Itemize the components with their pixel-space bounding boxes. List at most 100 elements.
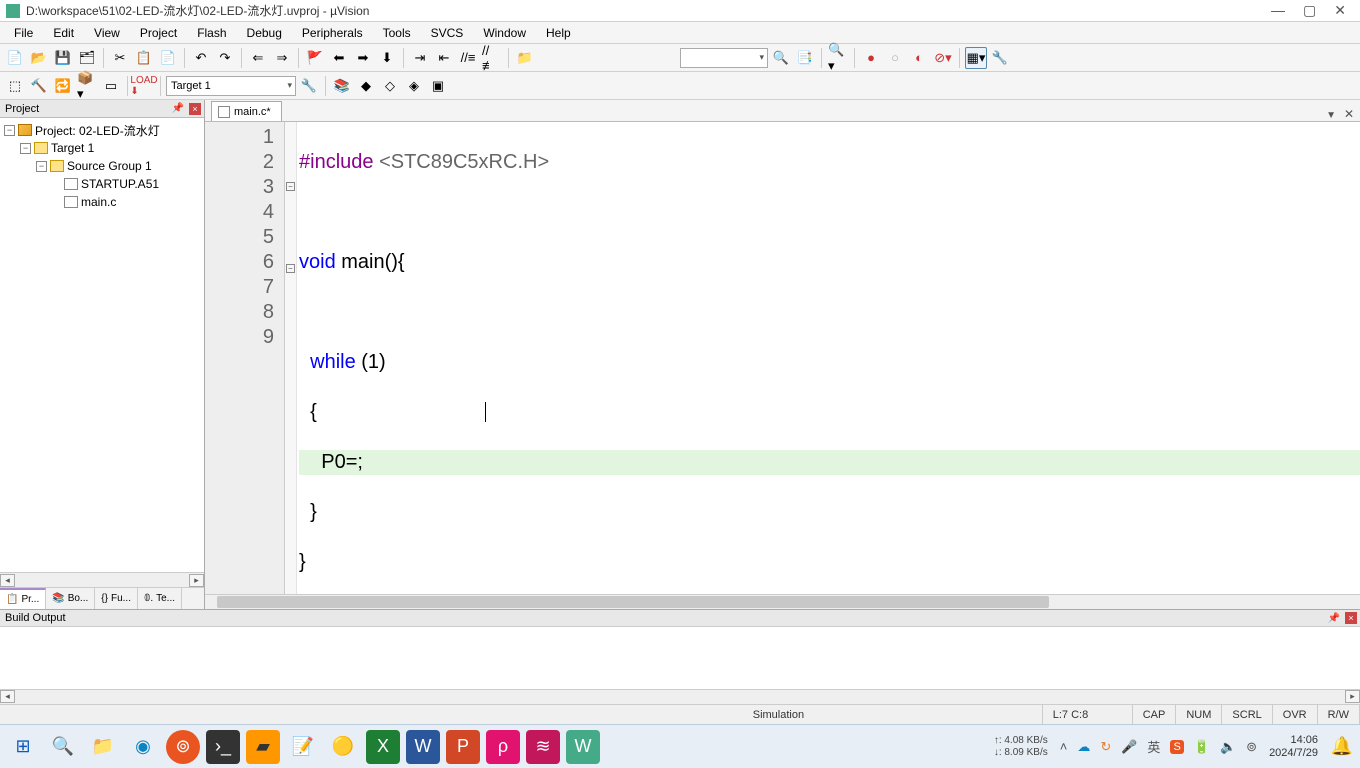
terminal-icon[interactable]: ›_ xyxy=(206,730,240,764)
clock[interactable]: 14:06 2024/7/29 xyxy=(1263,734,1324,760)
incremental-find-icon[interactable]: 📑 xyxy=(794,47,816,69)
comment-icon[interactable]: //≡ xyxy=(457,47,479,69)
expand-icon[interactable]: − xyxy=(4,125,15,136)
word-icon[interactable]: W xyxy=(406,730,440,764)
undo-icon[interactable]: ↶ xyxy=(190,47,212,69)
scroll-left-icon[interactable]: ◂ xyxy=(0,574,15,587)
new-file-icon[interactable]: 📄 xyxy=(4,47,26,69)
translate-icon[interactable]: ⬚ xyxy=(4,75,26,97)
breakpoint-enable-icon[interactable]: ○ xyxy=(884,47,906,69)
menu-edit[interactable]: Edit xyxy=(43,24,84,42)
configure-icon[interactable]: 🔧 xyxy=(989,47,1011,69)
fold-icon[interactable]: − xyxy=(286,182,295,191)
debug-start-icon[interactable]: 🔍▾ xyxy=(827,47,849,69)
breakpoint-kill-icon[interactable]: ⊘▾ xyxy=(932,47,954,69)
powerpoint-icon[interactable]: P xyxy=(446,730,480,764)
code-area[interactable]: #include <STC89C5xRC.H> void main(){ whi… xyxy=(297,122,1360,594)
search-icon[interactable]: 🔍 xyxy=(46,730,80,764)
scroll-thumb[interactable] xyxy=(217,596,1049,608)
close-button[interactable]: ✕ xyxy=(1334,2,1346,19)
breakpoint-insert-icon[interactable]: ● xyxy=(860,47,882,69)
bookmark-icon[interactable]: 🚩 xyxy=(304,47,326,69)
chrome-icon[interactable]: 🟡 xyxy=(326,730,360,764)
sublime-icon[interactable]: ▰ xyxy=(246,730,280,764)
ime-icon[interactable]: 英 xyxy=(1147,737,1160,756)
save-all-icon[interactable]: 🗂 xyxy=(76,47,98,69)
find-icon[interactable]: 🔍 xyxy=(770,47,792,69)
target-select[interactable]: Target 1 xyxy=(166,76,296,96)
pack-installer-icon[interactable]: ▣ xyxy=(427,75,449,97)
volume-icon[interactable]: 🔈 xyxy=(1220,739,1236,755)
rebuild-icon[interactable]: 🔁 xyxy=(52,75,74,97)
scroll-left-icon[interactable]: ◂ xyxy=(0,690,15,703)
pin-icon[interactable]: 📌 xyxy=(172,103,184,114)
editor-tab-main[interactable]: main.c* xyxy=(211,101,282,121)
expand-icon[interactable]: − xyxy=(36,161,47,172)
nav-back-icon[interactable]: ⇐ xyxy=(247,47,269,69)
maximize-button[interactable]: ▢ xyxy=(1303,2,1316,19)
build-output-body[interactable] xyxy=(0,627,1360,689)
manage-project-icon[interactable]: 📚 xyxy=(331,75,353,97)
save-icon[interactable]: 💾 xyxy=(52,47,74,69)
minimize-button[interactable]: — xyxy=(1271,2,1285,19)
copy-icon[interactable]: 📋 xyxy=(133,47,155,69)
notifications-icon[interactable]: 🔔 xyxy=(1330,730,1354,764)
mic-icon[interactable]: 🎤 xyxy=(1121,739,1137,755)
menu-view[interactable]: View xyxy=(84,24,130,42)
uncomment-icon[interactable]: //≢ xyxy=(481,47,503,69)
panel-close-icon[interactable]: × xyxy=(1345,612,1357,624)
open-file-icon[interactable]: 📂 xyxy=(28,47,50,69)
menu-help[interactable]: Help xyxy=(536,24,581,42)
redo-icon[interactable]: ↷ xyxy=(214,47,236,69)
manage-rte-icon[interactable]: ◇ xyxy=(379,75,401,97)
tree-target[interactable]: − Target 1 xyxy=(2,139,202,157)
tree-root[interactable]: − Project: 02-LED-流水灯 xyxy=(2,121,202,139)
target-options-icon[interactable]: 🔧 xyxy=(298,75,320,97)
menu-project[interactable]: Project xyxy=(130,24,187,42)
fold-icon[interactable]: − xyxy=(286,264,295,273)
window-layout-icon[interactable]: ▦▾ xyxy=(965,47,987,69)
panel-close-icon[interactable]: × xyxy=(189,103,201,115)
onedrive-icon[interactable]: ☁ xyxy=(1077,739,1090,755)
tree-file[interactable]: main.c xyxy=(2,193,202,211)
tab-project[interactable]: 📋Pr... xyxy=(0,588,46,609)
menu-svcs[interactable]: SVCS xyxy=(421,24,474,42)
build-output-hscroll[interactable]: ◂ ▸ xyxy=(0,689,1360,704)
menu-peripherals[interactable]: Peripherals xyxy=(292,24,373,42)
sogou-icon[interactable]: S xyxy=(1170,740,1183,754)
scroll-right-icon[interactable]: ▸ xyxy=(1345,690,1360,703)
find-combo[interactable] xyxy=(680,48,768,68)
project-tree[interactable]: − Project: 02-LED-流水灯 − Target 1 − Sourc… xyxy=(0,118,204,572)
paste-icon[interactable]: 📄 xyxy=(157,47,179,69)
excel-icon[interactable]: X xyxy=(366,730,400,764)
stop-build-icon[interactable]: ▭ xyxy=(100,75,122,97)
bookmark-clear-icon[interactable]: ⬇ xyxy=(376,47,398,69)
file-ext-icon[interactable]: ◆ xyxy=(355,75,377,97)
bookmark-prev-icon[interactable]: ⬅ xyxy=(328,47,350,69)
expand-icon[interactable]: − xyxy=(20,143,31,154)
pin-icon[interactable]: 📌 xyxy=(1328,613,1340,624)
network-icon[interactable]: ⊚ xyxy=(1246,739,1257,755)
explorer-icon[interactable]: 📁 xyxy=(86,730,120,764)
cut-icon[interactable]: ✂ xyxy=(109,47,131,69)
nav-fwd-icon[interactable]: ⇒ xyxy=(271,47,293,69)
build-icon[interactable]: 🔨 xyxy=(28,75,50,97)
tab-templates[interactable]: 𝟘.Te... xyxy=(138,588,182,609)
select-pack-icon[interactable]: ◈ xyxy=(403,75,425,97)
notepad-icon[interactable]: 📝 xyxy=(286,730,320,764)
breakpoint-disable-icon[interactable]: ◐ xyxy=(908,47,930,69)
app-icon[interactable]: ≋ xyxy=(526,730,560,764)
start-button[interactable]: ⊞ xyxy=(6,730,40,764)
outdent-icon[interactable]: ⇤ xyxy=(433,47,455,69)
tab-dropdown-icon[interactable]: ▼ xyxy=(1326,110,1336,121)
batch-build-icon[interactable]: 📦▾ xyxy=(76,75,98,97)
menu-tools[interactable]: Tools xyxy=(373,24,421,42)
find-in-files-icon[interactable]: 📁 xyxy=(514,47,536,69)
tray-up-icon[interactable]: ˄ xyxy=(1060,739,1068,754)
tab-close-icon[interactable]: ✕ xyxy=(1344,107,1354,121)
menu-window[interactable]: Window xyxy=(473,24,536,42)
project-hscroll[interactable]: ◂ ▸ xyxy=(0,572,204,587)
tree-group[interactable]: − Source Group 1 xyxy=(2,157,202,175)
tab-functions[interactable]: {}Fu... xyxy=(95,588,138,609)
menu-debug[interactable]: Debug xyxy=(237,24,292,42)
